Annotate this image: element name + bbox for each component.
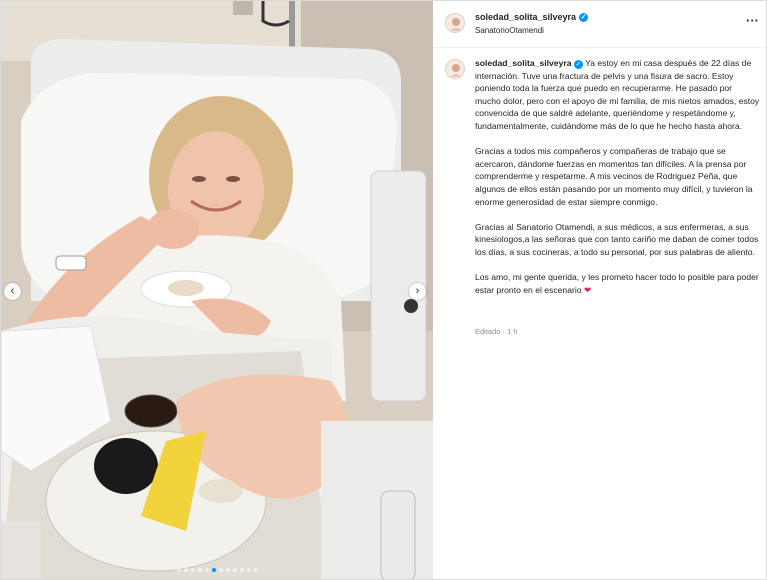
verified-badge-icon: ✓ [573, 60, 583, 69]
carousel-dot [246, 568, 251, 572]
caption-text-1: Ya estoy en mi casa después de 22 días d… [475, 58, 760, 131]
carousel-dot [197, 568, 202, 572]
post-photo[interactable]: ‹ › [1, 1, 433, 579]
caption-avatar[interactable] [445, 59, 465, 79]
red-heart-icon: ❤ [583, 284, 592, 295]
carousel-prev-button[interactable]: ‹ [4, 283, 21, 300]
carousel-dot [225, 568, 230, 572]
caption-text-4: Los amo, mi gente querida, y les prometo… [475, 272, 759, 295]
carousel-dot [183, 568, 188, 572]
carousel-dot [190, 568, 195, 572]
post-header: soledad_solita_silveyra ✓ SanatorioOtame… [433, 1, 766, 48]
verified-badge-icon: ✓ [579, 12, 589, 22]
post-details-pane: soledad_solita_silveyra ✓ SanatorioOtame… [433, 1, 766, 579]
carousel-dot [218, 568, 223, 572]
carousel-dot [211, 568, 216, 572]
username-link[interactable]: soledad_solita_silveyra [475, 12, 576, 22]
carousel-indicator [1, 568, 433, 572]
post-author: soledad_solita_silveyra ✓ [475, 12, 589, 22]
carousel-dot [239, 568, 244, 572]
location-link[interactable]: SanatorioOtamendi [475, 26, 544, 35]
avatar[interactable] [445, 13, 465, 33]
post-edited-timestamp: Editado · 1 h [475, 327, 518, 336]
carousel-next-button[interactable]: › [409, 283, 426, 300]
post-caption: soledad_solita_silveyra ✓ Ya estoy en mi… [475, 57, 760, 309]
caption-paragraph-1: soledad_solita_silveyra ✓ Ya estoy en mi… [475, 57, 760, 133]
carousel-dot [253, 568, 258, 572]
carousel-dot [204, 568, 209, 572]
caption-paragraph-2: Gracias a todos mis compañeros y compañe… [475, 146, 753, 207]
more-options-icon[interactable]: ··· [746, 13, 759, 28]
hospital-bed-photo [1, 1, 433, 579]
caption-paragraph-4: Los amo, mi gente querida, y les prometo… [475, 271, 760, 296]
avatar-image-icon [446, 14, 464, 32]
instagram-post: ‹ › soledad_solita_silveyra ✓ SanatorioO… [0, 0, 767, 580]
carousel-dot [232, 568, 237, 572]
caption-username-link[interactable]: soledad_solita_silveyra [475, 58, 572, 68]
avatar-image-icon [446, 60, 464, 78]
caption-paragraph-3: Gracias al Sanatorio Otamendi, a sus méd… [475, 221, 759, 257]
carousel-dot [176, 568, 181, 572]
